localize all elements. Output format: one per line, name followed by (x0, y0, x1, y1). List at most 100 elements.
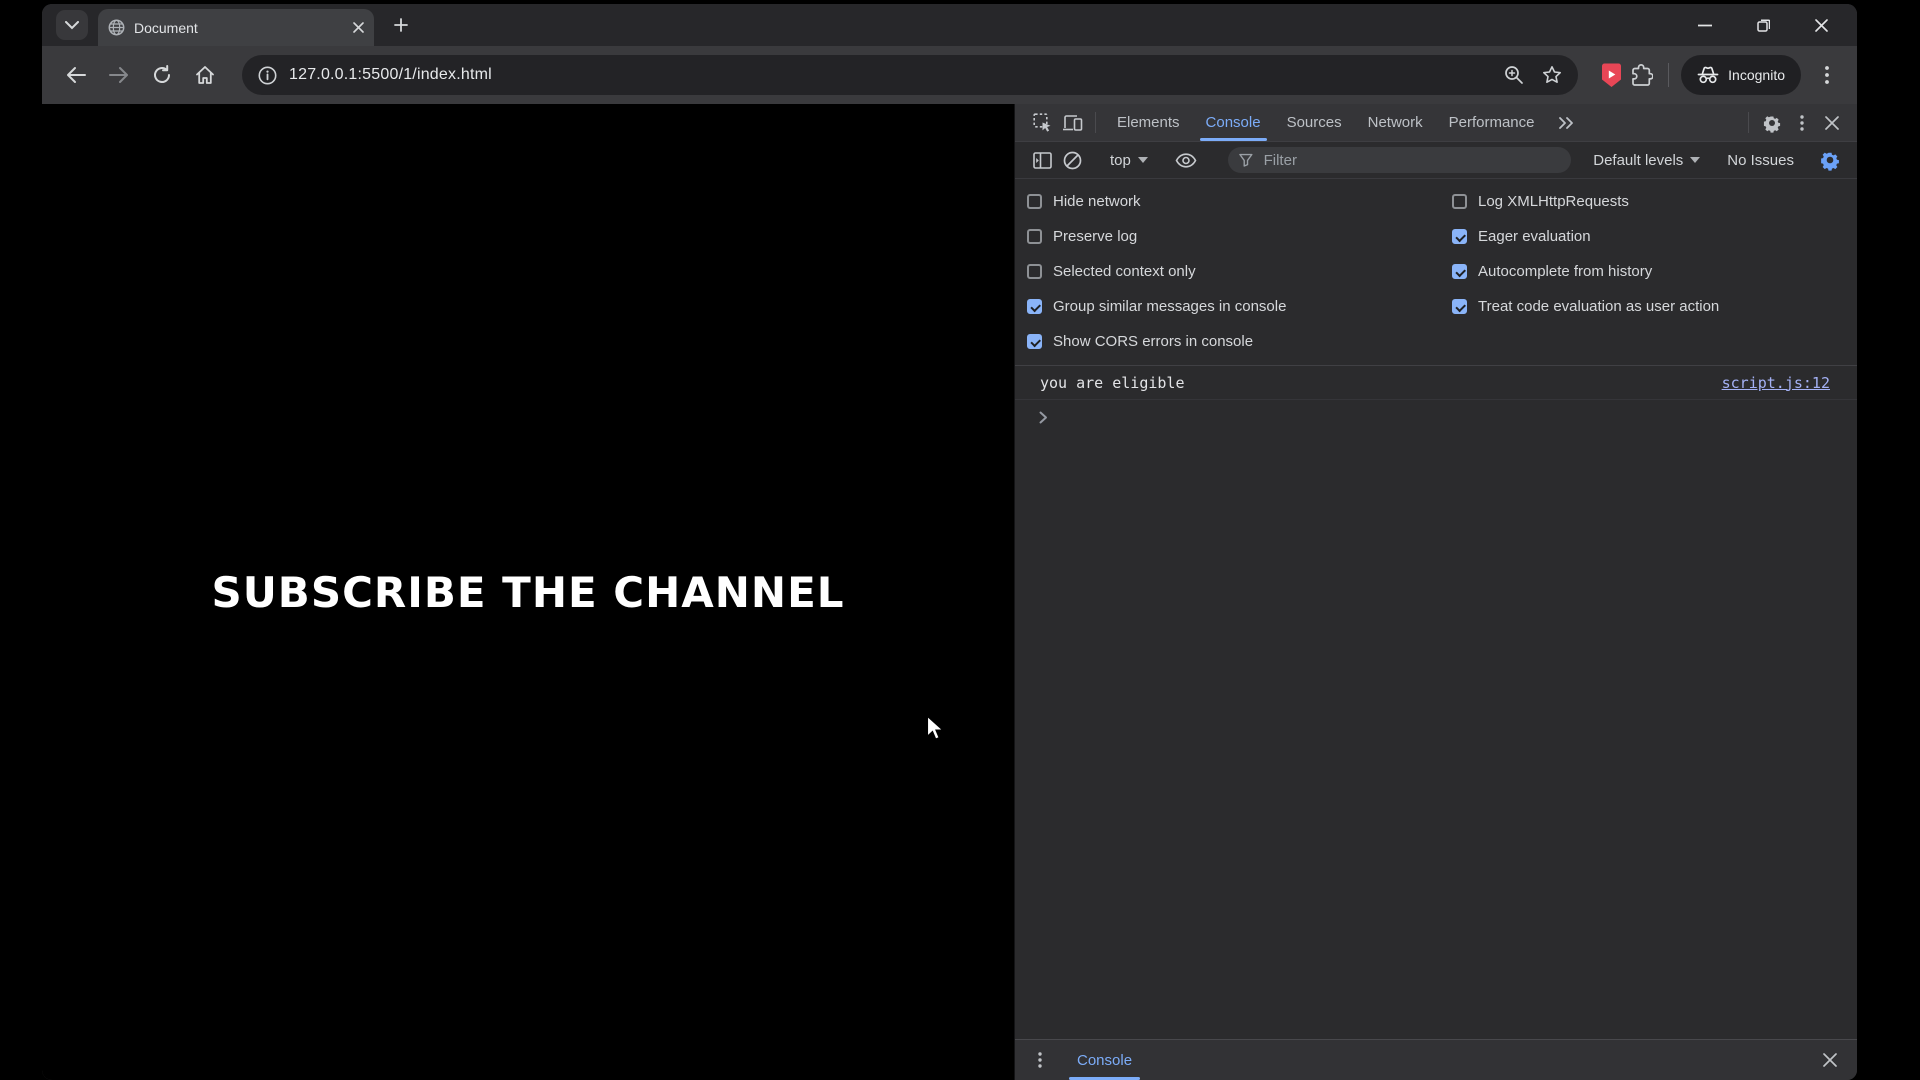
sidebar-panel-icon (1033, 152, 1052, 169)
url-text[interactable]: 127.0.0.1:5500/1/index.html (289, 66, 492, 84)
chevron-down-icon (65, 21, 79, 30)
page-headline: SUBSCRIBE THE CHANNEL (211, 568, 844, 617)
settings-column-right: Log XMLHttpRequests Eager evaluation Aut… (1452, 184, 1857, 359)
console-sidebar-toggle[interactable] (1027, 152, 1057, 169)
minimize-button[interactable] (1695, 15, 1715, 35)
reload-button[interactable] (144, 57, 180, 93)
setting-treat-eval-user-action[interactable]: Treat code evaluation as user action (1452, 289, 1857, 324)
console-filter[interactable] (1228, 147, 1571, 173)
tabbar-separator-right (1748, 112, 1749, 133)
maximize-icon (1757, 19, 1770, 32)
setting-preserve-log[interactable]: Preserve log (1015, 219, 1452, 254)
zoom-magnifier-icon (1504, 65, 1524, 85)
drawer-tab-console[interactable]: Console (1063, 1040, 1146, 1080)
tab-network[interactable]: Network (1355, 104, 1436, 141)
extensions-button[interactable] (1626, 60, 1656, 90)
log-levels-dropdown[interactable]: Default levels (1587, 152, 1706, 169)
tab-search-button[interactable] (56, 10, 88, 40)
browser-window: Document (42, 4, 1857, 1080)
checkbox[interactable] (1027, 264, 1042, 279)
setting-hide-network[interactable]: Hide network (1015, 184, 1452, 219)
minimize-icon (1698, 24, 1712, 27)
bookmark-button[interactable] (1542, 65, 1562, 85)
context-selector-value: top (1110, 152, 1131, 169)
setting-label: Selected context only (1053, 263, 1196, 280)
devtools-settings-button[interactable] (1757, 104, 1787, 141)
window-controls (1695, 15, 1831, 35)
kebab-menu-icon (1825, 66, 1829, 84)
device-toolbar-icon (1062, 114, 1083, 132)
setting-selected-context[interactable]: Selected context only (1015, 254, 1452, 289)
tabbar-separator (1095, 112, 1096, 133)
inspect-element-button[interactable] (1027, 104, 1057, 141)
console-settings-button[interactable] (1815, 149, 1845, 171)
console-message-row: you are eligible script.js:12 (1015, 366, 1857, 400)
close-window-button[interactable] (1811, 15, 1831, 35)
checkbox[interactable] (1452, 194, 1467, 209)
chevron-down-icon (1690, 157, 1700, 163)
devtools-close-button[interactable] (1817, 104, 1847, 141)
new-tab-button[interactable] (386, 10, 416, 40)
window-content: SUBSCRIBE THE CHANNEL (42, 104, 1857, 1080)
drawer-menu-button[interactable] (1029, 1040, 1051, 1080)
extension-adblock-button[interactable] (1596, 60, 1626, 90)
checkbox[interactable] (1452, 264, 1467, 279)
device-toolbar-button[interactable] (1057, 104, 1087, 141)
globe-icon (108, 19, 125, 36)
more-tabs-button[interactable] (1548, 104, 1584, 141)
clear-console-button[interactable] (1057, 151, 1087, 170)
checkbox[interactable] (1027, 194, 1042, 209)
home-button[interactable] (187, 57, 223, 93)
maximize-button[interactable] (1753, 15, 1773, 35)
incognito-spy-icon (1697, 66, 1719, 84)
setting-cors-errors[interactable]: Show CORS errors in console (1015, 324, 1452, 359)
incognito-label: Incognito (1728, 67, 1785, 83)
tabbar-spacer (1584, 104, 1741, 141)
setting-label: Hide network (1053, 193, 1141, 210)
checkbox[interactable] (1027, 229, 1042, 244)
checkbox[interactable] (1027, 334, 1042, 349)
zoom-page-button[interactable] (1504, 65, 1524, 85)
tab-sources[interactable]: Sources (1274, 104, 1355, 141)
mouse-cursor (926, 715, 945, 742)
filter-input[interactable] (1262, 151, 1561, 170)
checkbox[interactable] (1027, 299, 1042, 314)
devtools-tabbar: Elements Console Sources Network Perform… (1015, 104, 1857, 142)
checkbox[interactable] (1452, 299, 1467, 314)
tab-close-icon[interactable] (353, 22, 364, 33)
funnel-filter-icon (1239, 153, 1253, 167)
setting-log-xhr[interactable]: Log XMLHttpRequests (1452, 184, 1857, 219)
forward-button[interactable] (101, 57, 137, 93)
console-message-source-link[interactable]: script.js:12 (1722, 374, 1830, 392)
setting-label: Preserve log (1053, 228, 1137, 245)
setting-label: Autocomplete from history (1478, 263, 1652, 280)
toolbar-divider (1668, 63, 1669, 87)
tab-performance[interactable]: Performance (1436, 104, 1548, 141)
setting-group-similar[interactable]: Group similar messages in console (1015, 289, 1452, 324)
setting-autocomplete-history[interactable]: Autocomplete from history (1452, 254, 1857, 289)
tab-elements[interactable]: Elements (1104, 104, 1193, 141)
console-prompt-row[interactable] (1015, 400, 1857, 434)
drawer-spacer (1146, 1040, 1817, 1080)
context-selector[interactable]: top (1104, 152, 1154, 169)
checkbox[interactable] (1452, 229, 1467, 244)
kebab-menu-icon (1800, 115, 1804, 131)
eye-icon (1175, 153, 1197, 168)
setting-eager-eval[interactable]: Eager evaluation (1452, 219, 1857, 254)
devtools-drawer: Console (1015, 1039, 1857, 1080)
back-button[interactable] (58, 57, 94, 93)
drawer-close-button[interactable] (1817, 1040, 1843, 1080)
tab-title: Document (134, 20, 353, 36)
address-bar[interactable]: 127.0.0.1:5500/1/index.html (242, 55, 1578, 95)
console-settings-panel: Hide network Preserve log Selected conte… (1015, 179, 1857, 366)
browser-tab-document[interactable]: Document (98, 9, 374, 46)
console-empty-area[interactable] (1015, 434, 1857, 1039)
devtools-menu-button[interactable] (1787, 104, 1817, 141)
tab-console[interactable]: Console (1193, 104, 1274, 141)
setting-label: Eager evaluation (1478, 228, 1591, 245)
issues-counter[interactable]: No Issues (1723, 152, 1798, 169)
live-expression-button[interactable] (1171, 153, 1201, 168)
browser-menu-button[interactable] (1813, 61, 1841, 89)
block-clear-icon (1063, 151, 1082, 170)
site-info-icon[interactable] (258, 66, 277, 85)
